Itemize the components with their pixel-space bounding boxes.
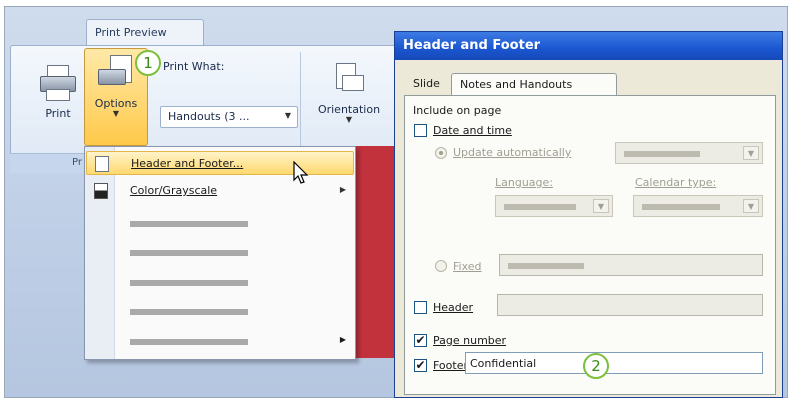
color-grayscale-icon — [94, 183, 108, 199]
chevron-down-icon: ▼ — [284, 111, 291, 120]
dialog-title: Header and Footer — [395, 32, 782, 60]
printer-icon — [39, 65, 77, 103]
options-icon — [96, 55, 136, 93]
menu-item-label: Color/Grayscale — [130, 184, 218, 197]
calendar-type-label: Calendar type: — [635, 176, 717, 189]
header-text-field[interactable] — [497, 294, 763, 316]
mouse-cursor-icon — [293, 161, 309, 184]
tab-slide[interactable]: Slide — [405, 73, 447, 95]
language-label: Language: — [495, 176, 553, 189]
redacted-menu-item[interactable] — [130, 250, 248, 256]
tab-notes-and-handouts[interactable]: Notes and Handouts — [451, 73, 617, 95]
page-number-checkbox[interactable]: ✔ — [414, 334, 427, 347]
ribbon-separator — [300, 52, 301, 148]
callout-badge-1: 1 — [135, 50, 161, 76]
header-label: Header — [433, 301, 474, 314]
update-automatically-label: Update automatically — [453, 146, 572, 159]
footer-text-field[interactable]: Confidential — [465, 352, 763, 374]
print-what-select[interactable]: Handouts (3 ... ▼ — [160, 106, 298, 128]
menu-item-label: Header and Footer... — [131, 157, 244, 170]
footer-text-value: Confidential — [470, 357, 537, 370]
redacted-menu-item[interactable] — [130, 339, 248, 345]
chevron-down-icon: ▼ — [743, 146, 759, 160]
date-format-select[interactable]: ▼ — [615, 142, 763, 164]
date-time-label: Date and time — [433, 124, 512, 137]
print-what-label: Print What: — [163, 60, 225, 73]
orientation-button[interactable]: Orientation ▼ — [304, 55, 394, 145]
page-number-label: Page number — [433, 334, 507, 347]
print-button-label: Print — [45, 107, 71, 120]
header-footer-dialog: Header and Footer Slide Notes and Handou… — [394, 31, 783, 398]
callout-badge-2: 2 — [583, 353, 609, 379]
print-button[interactable]: Print — [34, 55, 82, 145]
footer-checkbox[interactable]: ✔ — [414, 359, 427, 372]
redacted-menu-item[interactable] — [130, 309, 248, 315]
tab-print-preview[interactable]: Print Preview — [86, 19, 204, 46]
chevron-down-icon: ▼ — [593, 199, 609, 213]
fixed-label: Fixed — [453, 260, 482, 273]
date-time-checkbox[interactable] — [414, 124, 427, 137]
chevron-down-icon: ▼ — [345, 115, 353, 124]
calendar-type-select[interactable]: ▼ — [633, 195, 763, 217]
language-select[interactable]: ▼ — [495, 195, 613, 217]
print-what-value: Handouts (3 ... — [168, 110, 250, 123]
header-checkbox[interactable] — [414, 301, 427, 314]
redacted-menu-item[interactable] — [130, 280, 248, 286]
fixed-radio[interactable] — [435, 260, 447, 272]
chevron-down-icon: ▼ — [743, 199, 759, 213]
submenu-arrow-icon: ▶ — [339, 185, 346, 194]
orientation-icon — [332, 61, 366, 99]
header-footer-icon — [95, 156, 109, 172]
chevron-down-icon: ▼ — [112, 109, 120, 118]
notes-handouts-panel: Include on page Date and time Update aut… — [404, 95, 776, 395]
redacted-menu-item[interactable] — [130, 221, 248, 227]
update-automatically-radio[interactable] — [435, 147, 447, 159]
include-on-page-heading: Include on page — [413, 104, 502, 117]
footer-label: Footer — [433, 359, 468, 372]
options-menu: Header and Footer... Color/Grayscale ▶ ▶ — [84, 146, 356, 360]
fixed-date-field[interactable] — [499, 254, 763, 276]
submenu-arrow-icon: ▶ — [339, 335, 346, 344]
slide-preview-edge — [356, 146, 394, 358]
